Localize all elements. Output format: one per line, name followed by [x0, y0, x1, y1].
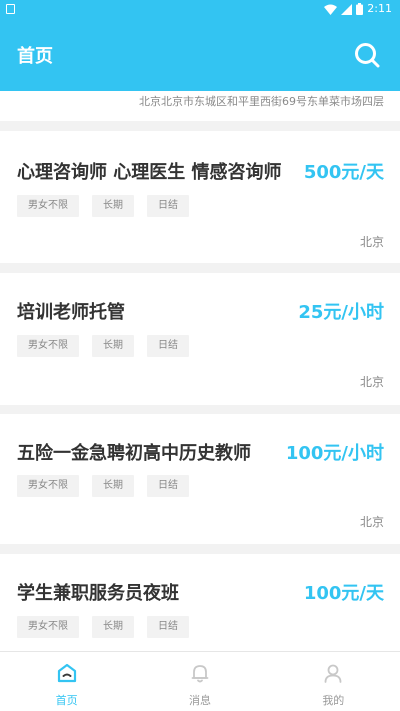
nav-messages-label: 消息 — [188, 694, 211, 707]
address-strip: 北京北京市东城区和平里西街69号东单菜市场四层 — [0, 91, 400, 121]
user-icon — [324, 664, 342, 683]
job-title: 五险一金急聘初高中历史教师 — [17, 443, 251, 464]
tag-duration: 长期 — [92, 335, 134, 357]
home-icon — [57, 663, 76, 683]
tag-duration: 长期 — [92, 195, 134, 217]
tag-gender: 男女不限 — [17, 616, 79, 638]
search-icon — [355, 43, 380, 68]
tag-payment: 日结 — [147, 475, 189, 497]
tag-payment: 日结 — [147, 335, 189, 357]
search-button[interactable] — [354, 42, 380, 68]
job-title: 培训老师托管 — [17, 302, 125, 323]
app-bar: 首页 — [0, 18, 400, 91]
nav-home[interactable]: 首页 — [0, 652, 133, 711]
notification-icon — [6, 4, 15, 14]
job-salary: 500元/天 — [303, 162, 384, 183]
tag-duration: 长期 — [92, 616, 134, 638]
page-title: 首页 — [17, 46, 53, 67]
job-tags: 男女不限 长期 日结 — [17, 195, 189, 217]
job-location: 北京 — [359, 375, 384, 389]
clock: 2:11 — [367, 2, 392, 15]
wifi-icon — [324, 4, 338, 15]
tag-payment: 日结 — [147, 195, 189, 217]
job-salary: 100元/天 — [303, 583, 384, 604]
job-card[interactable]: 心理咨询师 心理医生 情感咨询师 500元/天 男女不限 长期 日结 北京 — [0, 131, 400, 263]
job-card[interactable]: 五险一金急聘初高中历史教师 100元/小时 男女不限 长期 日结 北京 — [0, 414, 400, 544]
tag-duration: 长期 — [92, 475, 134, 497]
signal-icon — [341, 3, 353, 15]
job-location: 北京 — [359, 515, 384, 529]
job-tags: 男女不限 长期 日结 — [17, 475, 189, 497]
battery-icon — [356, 3, 364, 15]
nav-profile[interactable]: 我的 — [267, 652, 400, 711]
job-title: 心理咨询师 心理医生 情感咨询师 — [17, 162, 282, 183]
bottom-nav: 首页 消息 我的 — [0, 651, 400, 711]
tag-payment: 日结 — [147, 616, 189, 638]
bell-icon — [191, 665, 209, 683]
status-bar: 2:11 — [0, 0, 400, 18]
job-salary: 100元/小时 — [285, 443, 384, 464]
job-title: 学生兼职服务员夜班 — [17, 583, 179, 604]
tag-gender: 男女不限 — [17, 195, 79, 217]
nav-messages[interactable]: 消息 — [133, 652, 266, 711]
nav-profile-label: 我的 — [322, 694, 345, 707]
job-salary: 25元/小时 — [298, 302, 384, 323]
tag-gender: 男女不限 — [17, 475, 79, 497]
job-tags: 男女不限 长期 日结 — [17, 616, 189, 638]
job-card[interactable]: 学生兼职服务员夜班 100元/天 男女不限 长期 日结 — [0, 554, 400, 651]
job-location: 北京 — [359, 235, 384, 249]
job-card[interactable]: 培训老师托管 25元/小时 男女不限 长期 日结 北京 — [0, 273, 400, 405]
tag-gender: 男女不限 — [17, 335, 79, 357]
nav-home-label: 首页 — [55, 694, 78, 707]
address-text: 北京北京市东城区和平里西街69号东单菜市场四层 — [139, 95, 384, 108]
job-tags: 男女不限 长期 日结 — [17, 335, 189, 357]
